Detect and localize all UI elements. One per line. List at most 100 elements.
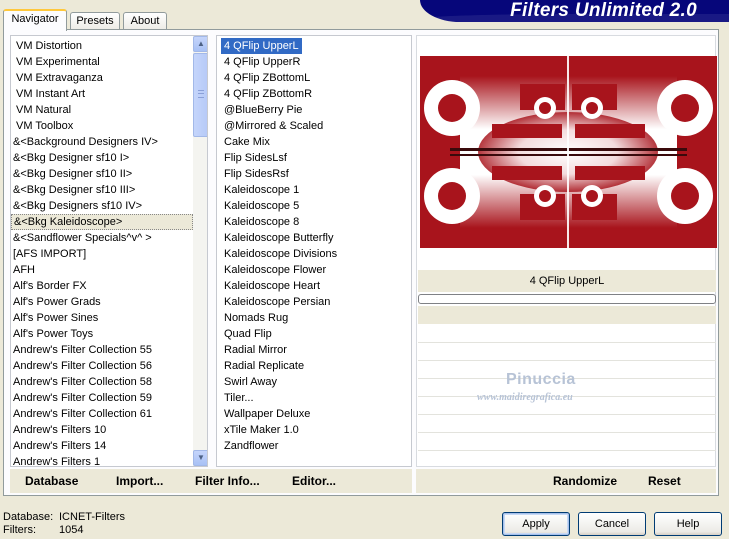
category-item[interactable]: VM Extravaganza	[11, 70, 193, 86]
category-item[interactable]: Andrew's Filter Collection 55	[11, 342, 193, 358]
preview-bar-ml	[492, 124, 562, 138]
swirl-br-inner	[671, 182, 699, 210]
filter-items: 4 QFlip UpperL 4 QFlip UpperR 4 QFlip ZBot…	[221, 38, 340, 454]
swirl-mt-l-in	[539, 102, 551, 114]
category-item[interactable]: Andrew's Filter Collection 61	[11, 406, 193, 422]
param-row-divider	[418, 450, 716, 451]
swirl-mt-r-in	[586, 102, 598, 114]
filter-item[interactable]: 4 QFlip ZBottomR	[221, 86, 315, 102]
filter-item[interactable]: 4 QFlip UpperR	[221, 54, 303, 70]
filter-item[interactable]: Kaleidoscope 1	[221, 182, 302, 198]
param-row-divider	[418, 414, 716, 415]
filter-item[interactable]: Wallpaper Deluxe	[221, 406, 313, 422]
category-item[interactable]: Alf's Border FX	[11, 278, 193, 294]
filter-item[interactable]: Kaleidoscope 8	[221, 214, 302, 230]
chevron-up-icon: ▲	[197, 39, 205, 48]
filter-list[interactable]: 4 QFlip UpperL 4 QFlip UpperR 4 QFlip ZBot…	[216, 35, 412, 467]
filter-item[interactable]: Cake Mix	[221, 134, 273, 150]
category-item[interactable]: &<Bkg Designer sf10 II>	[11, 166, 193, 182]
category-items: VM Distortion VM Experimental VM Extravaga…	[11, 38, 193, 466]
category-item[interactable]: Andrew's Filter Collection 59	[11, 390, 193, 406]
category-item[interactable]: [AFS IMPORT]	[11, 246, 193, 262]
swirl-mb-l-in	[539, 190, 551, 202]
filter-item[interactable]: Kaleidoscope Flower	[221, 262, 329, 278]
param-row-divider	[418, 360, 716, 361]
parameter-header	[418, 306, 716, 324]
randomize-button[interactable]: Randomize	[553, 474, 617, 488]
app-title: Filters Unlimited 2.0	[510, 0, 697, 21]
category-item[interactable]: Alf's Power Grads	[11, 294, 193, 310]
filter-item[interactable]: Quad Flip	[221, 326, 275, 342]
category-item[interactable]: &<Background Designers IV>	[11, 134, 193, 150]
category-item[interactable]: VM Experimental	[11, 54, 193, 70]
category-scrollbar[interactable]: ▲ ▼	[193, 36, 207, 466]
category-item[interactable]: Andrew's Filter Collection 58	[11, 374, 193, 390]
tab-presets[interactable]: Presets	[70, 12, 120, 30]
filter-item[interactable]: Kaleidoscope Divisions	[221, 246, 340, 262]
filter-item[interactable]: Kaleidoscope Persian	[221, 294, 333, 310]
help-button[interactable]: Help	[654, 512, 722, 536]
category-item[interactable]: Alf's Power Sines	[11, 310, 193, 326]
left-button-bar: Database Import... Filter Info... Editor…	[10, 469, 412, 493]
cancel-button[interactable]: Cancel	[578, 512, 646, 536]
category-item[interactable]: Alf's Power Toys	[11, 326, 193, 342]
category-item[interactable]: VM Instant Art	[11, 86, 193, 102]
filter-item[interactable]: 4 QFlip ZBottomL	[221, 70, 313, 86]
category-item[interactable]: VM Distortion	[11, 38, 193, 54]
filter-item[interactable]: Tiler...	[221, 390, 257, 406]
watermark-url: www.maidiregrafica.eu	[477, 392, 573, 403]
filter-item[interactable]: @BlueBerry Pie	[221, 102, 305, 118]
selected-filter-name: 4 QFlip UpperL	[418, 270, 716, 292]
swirl-tl-inner	[438, 94, 466, 122]
database-row: Database: ICNET-Filters	[3, 511, 125, 524]
filter-item[interactable]: Kaleidoscope 5	[221, 198, 302, 214]
tab-navigator[interactable]: Navigator	[3, 9, 67, 31]
filters-count-label: Filters:	[3, 524, 36, 536]
category-item[interactable]: &<Bkg Designer sf10 III>	[11, 182, 193, 198]
filter-item[interactable]: Swirl Away	[221, 374, 280, 390]
navigator-panel: VM Distortion VM Experimental VM Extravaga…	[3, 29, 719, 496]
import-button[interactable]: Import...	[116, 474, 163, 488]
preview-bar-ml2	[492, 166, 562, 180]
scroll-down-button[interactable]: ▼	[193, 450, 207, 466]
apply-button[interactable]: Apply	[502, 512, 570, 536]
preview-vertical-divider	[567, 56, 569, 248]
filter-item[interactable]: Kaleidoscope Butterfly	[221, 230, 336, 246]
right-button-bar: Randomize Reset	[416, 469, 716, 493]
filter-item[interactable]: Flip SidesRsf	[221, 166, 292, 182]
chevron-down-icon: ▼	[197, 453, 205, 462]
category-item[interactable]: &<Bkg Designer sf10 I>	[11, 150, 193, 166]
scrollbar-thumb[interactable]	[193, 53, 207, 137]
filter-item[interactable]: Zandflower	[221, 438, 281, 454]
category-item[interactable]: VM Toolbox	[11, 118, 193, 134]
category-item[interactable]: VM Natural	[11, 102, 193, 118]
category-item[interactable]: AFH	[11, 262, 193, 278]
category-item[interactable]: &<Bkg Designers sf10 IV>	[11, 198, 193, 214]
filter-item[interactable]: @Mirrored & Scaled	[221, 118, 326, 134]
category-item[interactable]: Andrew's Filter Collection 56	[11, 358, 193, 374]
category-item[interactable]: Andrew's Filters 1	[11, 454, 193, 466]
tab-about[interactable]: About	[123, 12, 167, 30]
filter-item[interactable]: Radial Mirror	[221, 342, 290, 358]
category-item[interactable]: Andrew's Filters 10	[11, 422, 193, 438]
scroll-up-button[interactable]: ▲	[193, 36, 207, 52]
database-button[interactable]: Database	[25, 474, 78, 488]
category-item[interactable]: &<Bkg Kaleidoscope>	[11, 214, 193, 230]
swirl-bl-inner	[438, 182, 466, 210]
filter-item[interactable]: Flip SidesLsf	[221, 150, 290, 166]
filter-item[interactable]: xTile Maker 1.0	[221, 422, 302, 438]
category-item[interactable]: Andrew's Filters 14	[11, 438, 193, 454]
category-list[interactable]: VM Distortion VM Experimental VM Extravaga…	[10, 35, 208, 467]
progress-bar	[418, 294, 716, 304]
filters-row: Filters: 1054	[3, 524, 125, 537]
editor-button[interactable]: Editor...	[292, 474, 336, 488]
filter-info-button[interactable]: Filter Info...	[195, 474, 260, 488]
swirl-tr-inner	[671, 94, 699, 122]
reset-button[interactable]: Reset	[648, 474, 681, 488]
filter-item[interactable]: Kaleidoscope Heart	[221, 278, 323, 294]
database-info: Database: ICNET-Filters Filters: 1054	[3, 511, 125, 537]
filter-item[interactable]: Radial Replicate	[221, 358, 307, 374]
filter-item[interactable]: Nomads Rug	[221, 310, 291, 326]
filter-item[interactable]: 4 QFlip UpperL	[221, 38, 302, 54]
category-item[interactable]: &<Sandflower Specials^v^ >	[11, 230, 193, 246]
